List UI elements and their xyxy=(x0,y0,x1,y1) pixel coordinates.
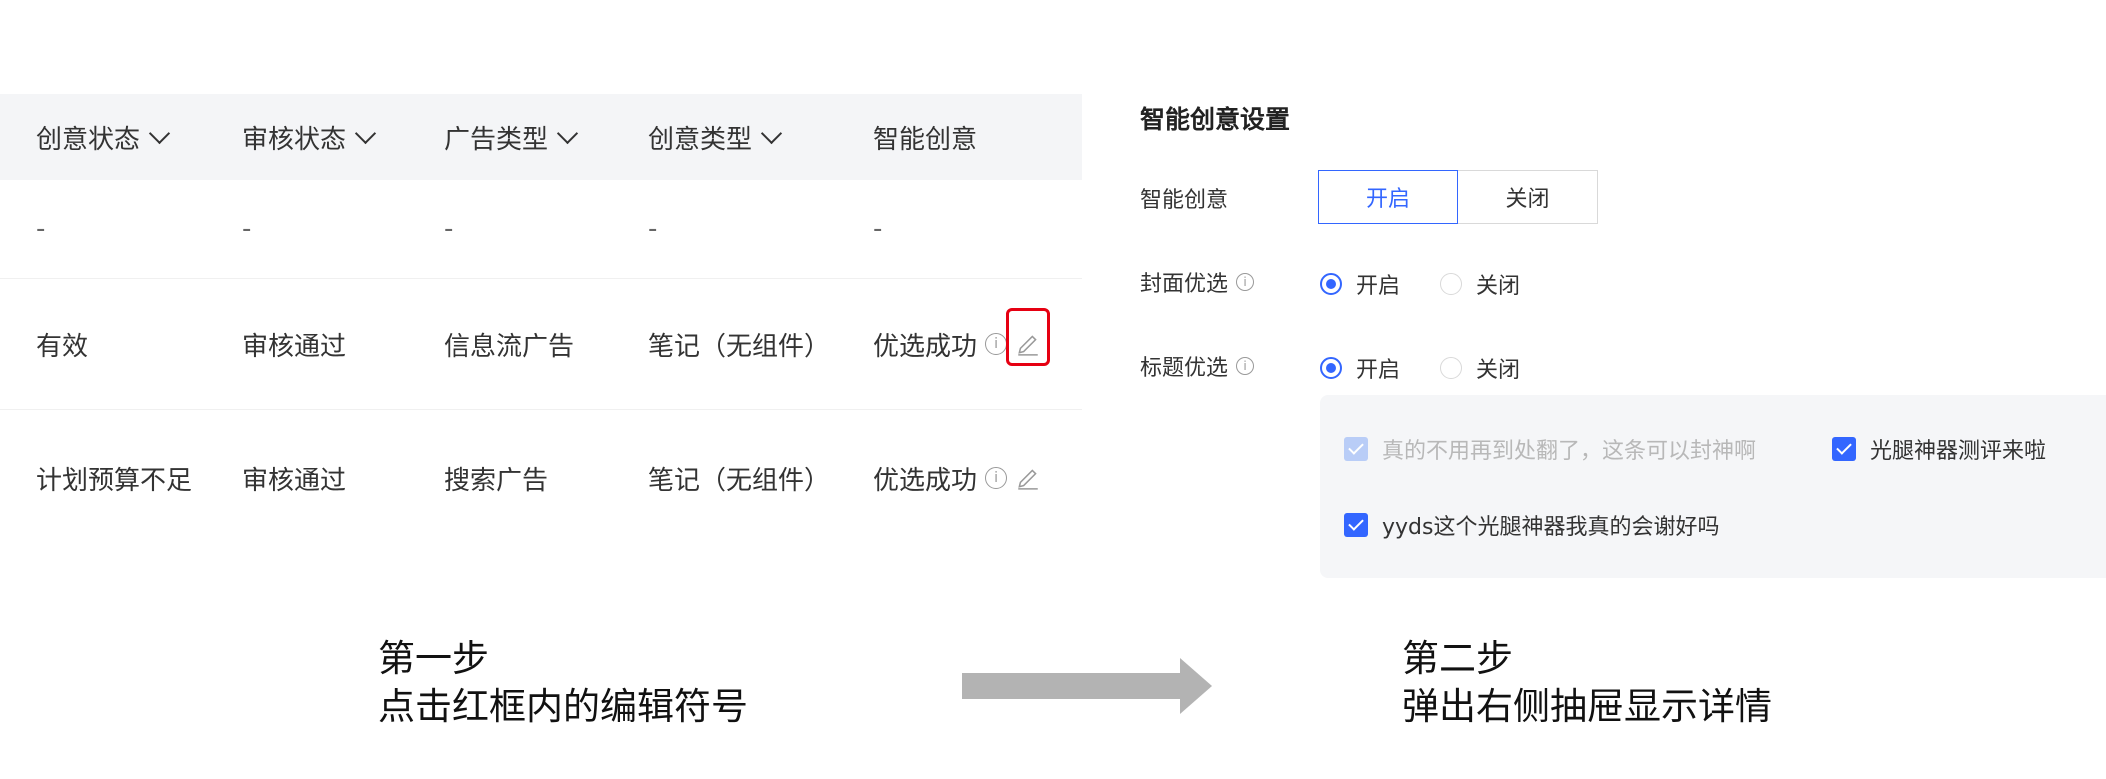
table-cell: 笔记（无组件） xyxy=(648,331,831,362)
header-ad-type[interactable]: 广告类型 xyxy=(444,94,579,180)
highlight-box xyxy=(1006,308,1050,366)
arrow-right-icon xyxy=(962,658,1212,714)
cover-optimize-label: 封面优选 i xyxy=(1140,266,1255,298)
pencil-edit-icon[interactable] xyxy=(1015,465,1041,491)
table-header: 创意状态 审核状态 广告类型 创意类型 智能创意 xyxy=(0,94,1082,180)
info-icon[interactable]: i xyxy=(985,467,1008,489)
header-creative-type[interactable]: 创意类型 xyxy=(648,94,783,180)
table-cell: 计划预算不足 xyxy=(36,465,193,496)
title-off-radio[interactable] xyxy=(1440,357,1463,379)
smart-creative-label: 智能创意 xyxy=(1140,188,1229,213)
title-optimize-label: 标题优选 i xyxy=(1140,350,1255,382)
checkbox[interactable] xyxy=(1832,437,1856,461)
chevron-down-icon xyxy=(760,122,783,144)
info-icon[interactable]: i xyxy=(1236,357,1255,375)
table-cell: 搜索广告 xyxy=(444,465,549,496)
title-optimize-radios: 开启 关闭 xyxy=(1320,352,1560,384)
chevron-down-icon xyxy=(148,122,171,144)
title-on-radio[interactable] xyxy=(1320,357,1342,379)
smart-on-button[interactable]: 开启 xyxy=(1318,170,1458,224)
header-creative-status[interactable]: 创意状态 xyxy=(36,94,171,180)
table-cell: 审核通过 xyxy=(242,331,347,362)
panel-title: 智能创意设置 xyxy=(1140,105,1291,134)
step2-caption: 第二步 弹出右侧抽屉显示详情 xyxy=(1402,637,1772,728)
table-cell: 信息流广告 xyxy=(444,331,575,362)
cover-off-radio[interactable] xyxy=(1440,273,1463,295)
table-cell: - xyxy=(444,214,454,244)
smart-creative-toggle: 开启 关闭 xyxy=(1318,170,1598,224)
title-option-checkbox[interactable]: 真的不用再到处翻了，这条可以封神啊 xyxy=(1344,433,1756,465)
title-option-checkbox[interactable]: 光腿神器测评来啦 xyxy=(1832,433,2046,465)
table-cell: 审核通过 xyxy=(242,465,347,496)
table-row: - - - - - xyxy=(0,180,1082,279)
step1-caption: 第一步 点击红框内的编辑符号 xyxy=(378,637,748,728)
table-row: 有效 审核通过 信息流广告 笔记（无组件） 优选成功 i xyxy=(0,279,1082,410)
table-cell: - xyxy=(36,214,46,244)
smart-off-button[interactable]: 关闭 xyxy=(1458,170,1598,224)
info-icon[interactable]: i xyxy=(985,333,1008,355)
header-review-status[interactable]: 审核状态 xyxy=(242,94,377,180)
title-options-box: 真的不用再到处翻了，这条可以封神啊 光腿神器测评来啦 yyds这个光腿神器我真的… xyxy=(1320,395,2106,578)
checkbox[interactable] xyxy=(1344,437,1368,461)
chevron-down-icon xyxy=(556,122,579,144)
table-cell: 笔记（无组件） xyxy=(648,465,831,496)
table-cell: - xyxy=(873,214,883,244)
cover-on-radio[interactable] xyxy=(1320,273,1342,295)
table-cell: - xyxy=(242,214,252,244)
info-icon[interactable]: i xyxy=(1236,273,1255,291)
title-option-checkbox[interactable]: yyds这个光腿神器我真的会谢好吗 xyxy=(1344,509,1719,541)
cover-optimize-radios: 开启 关闭 xyxy=(1320,268,1560,300)
smart-creative-cell: 优选成功 i xyxy=(873,410,1041,546)
table-cell: 有效 xyxy=(36,331,89,362)
header-smart-creative: 智能创意 xyxy=(873,124,978,155)
table-cell: - xyxy=(648,214,658,244)
creative-table: 创意状态 审核状态 广告类型 创意类型 智能创意 - - - - - 有效 审核… xyxy=(0,94,1082,546)
table-row: 计划预算不足 审核通过 搜索广告 笔记（无组件） 优选成功 i xyxy=(0,410,1082,546)
chevron-down-icon xyxy=(354,122,377,144)
checkbox[interactable] xyxy=(1344,513,1368,537)
